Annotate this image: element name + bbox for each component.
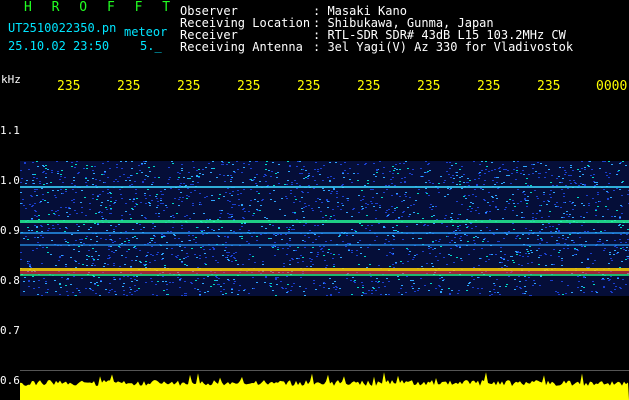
frequency-axis: 1.1 1.0 0.9 0.8 0.7 0.6 xyxy=(0,70,20,400)
baseline-divider xyxy=(20,370,629,371)
time-axis: 235 235 235 235 235 235 235 235 235 0000 xyxy=(0,76,629,96)
time-label: 235 xyxy=(57,79,81,94)
freq-label: 0.8 xyxy=(0,274,20,287)
antenna-label: Receiving Antenna xyxy=(180,40,303,54)
time-label: 235 xyxy=(237,79,261,94)
antenna-value: : 3el Yagi(V) Az 330 for Vladivostok xyxy=(313,40,574,54)
time-label: 0000 xyxy=(596,79,628,94)
time-label: 235 xyxy=(477,79,501,94)
file-suffix: meteor xyxy=(124,25,168,39)
freq-label: 1.1 xyxy=(0,124,20,137)
spectrogram-plot xyxy=(20,96,629,400)
freq-label: 0.9 xyxy=(0,224,20,237)
time-label: 235 xyxy=(117,79,141,94)
file-name: UT2510022350.pn xyxy=(8,21,117,35)
datetime-extra: 5._ xyxy=(140,39,162,53)
header-panel: H R O F F T UT2510022350.pn meteor 25.10… xyxy=(0,0,629,58)
freq-label: 0.7 xyxy=(0,324,20,337)
time-label: 235 xyxy=(537,79,561,94)
time-label: 235 xyxy=(177,79,201,94)
time-label: 235 xyxy=(417,79,441,94)
app-title: H R O F F T xyxy=(24,0,177,15)
time-label: 235 xyxy=(297,79,321,94)
time-label: 235 xyxy=(357,79,381,94)
datetime-label: 25.10.02 23:50 xyxy=(8,39,110,53)
freq-label: 1.0 xyxy=(0,174,20,187)
freq-label: 0.6 xyxy=(0,374,20,387)
